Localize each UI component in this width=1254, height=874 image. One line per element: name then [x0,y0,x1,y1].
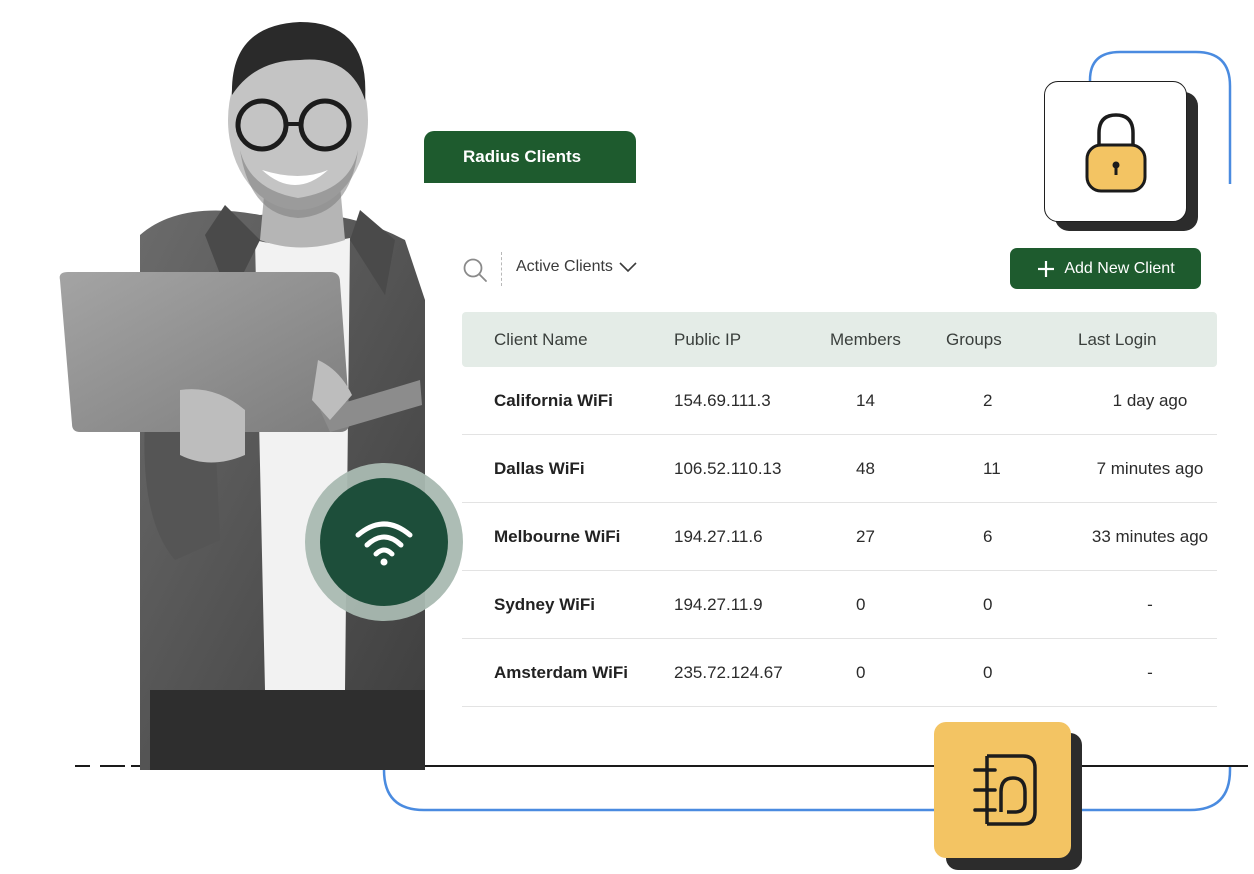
cell-groups: 2 [983,390,993,410]
wifi-icon [355,521,413,566]
search-icon[interactable] [462,257,488,283]
header-public-ip[interactable]: Public IP [642,330,792,350]
cell-public-ip: 194.27.11.6 [674,526,763,546]
padlock-icon [1085,112,1146,192]
cell-groups: 11 [983,458,1001,478]
directory-book-icon [972,754,1037,826]
cell-groups: 0 [983,594,993,614]
person-photo [59,22,425,770]
plus-icon [1038,260,1055,277]
cell-public-ip: 235.72.124.67 [674,662,783,682]
table-header: Client Name Public IP Members Groups Las… [462,312,1217,367]
cell-last-login: 7 minutes ago [1096,458,1204,478]
cell-client-name: Amsterdam WiFi [494,662,628,682]
cell-client-name: Sydney WiFi [494,594,595,614]
chevron-down-icon [619,262,637,273]
tab-label: Radius Clients [463,147,582,166]
directory-card [934,722,1071,858]
toolbar-divider [501,252,502,286]
radius-clients-table: Client Name Public IP Members Groups Las… [462,312,1217,707]
header-groups[interactable]: Groups [917,330,1037,350]
lock-card [1044,81,1187,222]
cell-members: 27 [856,526,875,546]
cell-client-name: Melbourne WiFi [494,526,621,546]
cell-public-ip: 194.27.11.9 [674,594,763,614]
cell-groups: 0 [983,662,993,682]
cell-client-name: Dallas WiFi [494,458,585,478]
table-row[interactable]: Amsterdam WiFi 235.72.124.67 0 0 - [462,639,1217,707]
wifi-badge [320,478,448,606]
cell-groups: 6 [983,526,993,546]
active-clients-dropdown[interactable]: Active Clients [516,258,637,276]
cell-members: 14 [856,390,875,410]
cell-members: 0 [856,662,866,682]
table-row[interactable]: Melbourne WiFi 194.27.11.6 27 6 33 minut… [462,503,1217,571]
cell-client-name: California WiFi [494,390,613,410]
cell-members: 48 [856,458,875,478]
table-row[interactable]: Sydney WiFi 194.27.11.9 0 0 - [462,571,1217,639]
header-last-login[interactable]: Last Login [1037,330,1217,350]
cell-last-login: 33 minutes ago [1091,526,1209,546]
table-row[interactable]: Dallas WiFi 106.52.110.13 48 11 7 minute… [462,435,1217,503]
filter-label: Active Clients [516,258,613,275]
cell-last-login: - [1147,662,1153,682]
cell-members: 0 [856,594,866,614]
cell-public-ip: 154.69.111.3 [674,390,771,410]
header-members[interactable]: Members [792,330,917,350]
cell-public-ip: 106.52.110.13 [674,458,782,478]
add-new-client-button[interactable]: Add New Client [1010,248,1201,289]
add-button-label: Add New Client [1064,259,1175,277]
header-client-name[interactable]: Client Name [462,330,642,350]
cell-last-login: 1 day ago [1112,390,1188,410]
tab-radius-clients[interactable]: Radius Clients [424,131,636,183]
cell-last-login: - [1147,594,1153,614]
table-row[interactable]: California WiFi 154.69.111.3 14 2 1 day … [462,367,1217,435]
